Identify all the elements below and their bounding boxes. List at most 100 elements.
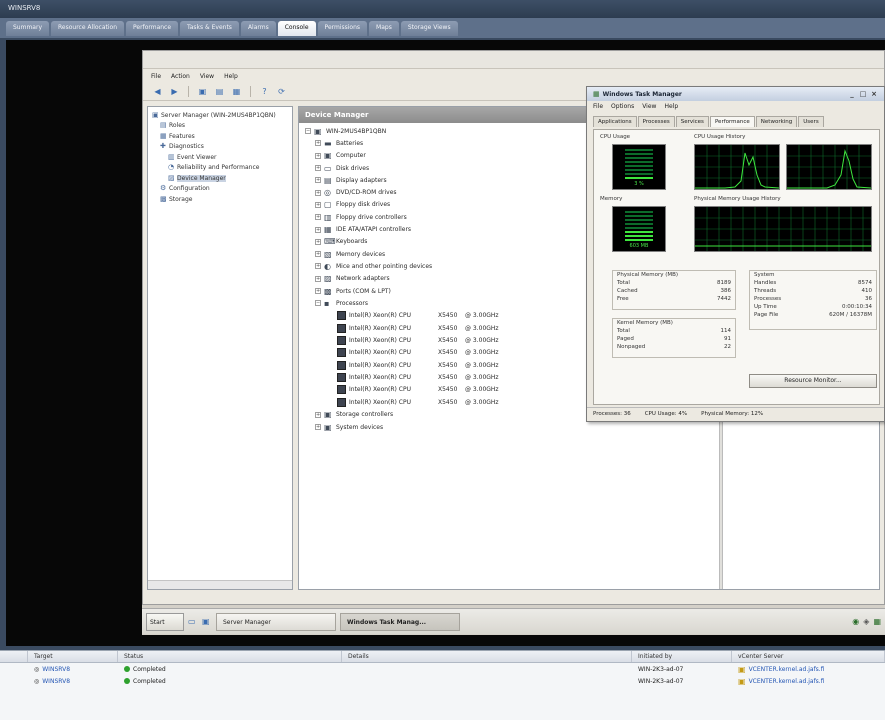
status-physical-memory: Physical Memory: 12%	[701, 411, 764, 417]
device-category[interactable]: + ▣ System devices	[305, 421, 715, 433]
tm-menu-file[interactable]: File	[593, 103, 603, 111]
expand-icon[interactable]: +	[315, 177, 321, 184]
menu-view[interactable]: View	[200, 73, 214, 80]
resource-monitor-button[interactable]: Resource Monitor...	[749, 374, 877, 388]
vi-tab-summary[interactable]: Summary	[6, 21, 49, 36]
help-icon[interactable]: ?	[258, 86, 271, 97]
nav-tree-horizontal-scrollbar[interactable]	[148, 580, 292, 589]
close-icon[interactable]: ×	[870, 90, 878, 98]
start-button[interactable]: Start	[146, 612, 184, 631]
table-row[interactable]: ◎ WINSRV8 Completed WIN-2K3-ad-07 ▣ VCENTER.k…	[0, 675, 885, 687]
device-category-label: Memory devices	[336, 250, 386, 258]
table-row[interactable]: ◎ WINSRV8 Completed WIN-2K3-ad-07 ▣ VCENTER.k…	[0, 663, 885, 675]
vi-tab-resource-allocation[interactable]: Resource Allocation	[51, 21, 125, 36]
expand-icon[interactable]: +	[315, 140, 321, 147]
nav-item[interactable]: ◔ Reliability and Performance	[150, 163, 290, 174]
tasks-column-header[interactable]: Initiated by	[632, 651, 732, 662]
tm-tab-applications[interactable]: Applications	[593, 116, 637, 127]
show-desktop-icon[interactable]: ▭	[188, 617, 198, 627]
tm-tab-networking[interactable]: Networking	[755, 116, 798, 127]
tasks-column-header[interactable]	[0, 651, 28, 662]
task-initiated-by: WIN-2K3-ad-07	[638, 665, 684, 673]
task-vcenter-link[interactable]: VCENTER.kernel.ad.jafs.fi	[749, 678, 825, 685]
collapse-icon[interactable]: −	[315, 300, 321, 307]
up-folder-icon[interactable]: ▣	[196, 86, 209, 97]
vi-tab-console[interactable]: Console	[277, 21, 316, 36]
task-manager-window[interactable]: ▦ Windows Task Manager _ □ × File Options…	[586, 86, 885, 422]
vi-tab-performance[interactable]: Performance	[126, 21, 179, 36]
expand-icon[interactable]: +	[315, 251, 321, 258]
nav-item[interactable]: ▦ Features	[150, 131, 290, 142]
task-target-link[interactable]: WINSRV8	[42, 678, 70, 685]
task-manager-menubar: File Options View Help	[587, 101, 884, 113]
minimize-icon[interactable]: _	[848, 90, 856, 98]
tasks-column-header[interactable]: Target	[28, 651, 118, 662]
tm-tab-performance[interactable]: Performance	[709, 116, 755, 127]
menu-action[interactable]: Action	[171, 73, 190, 80]
menu-file[interactable]: File	[151, 73, 161, 80]
nav-item[interactable]: ▩ Storage	[150, 194, 290, 205]
expand-icon[interactable]: +	[315, 288, 321, 294]
server-manager-quicklaunch-icon[interactable]: ▣	[202, 617, 212, 627]
nav-item[interactable]: ▨ Device Manager	[150, 173, 290, 184]
network-tray-icon[interactable]: ◉	[852, 617, 859, 626]
maximize-icon[interactable]: □	[859, 90, 867, 98]
collapse-icon[interactable]: −	[305, 128, 311, 135]
cpu-history-graph-2	[786, 144, 872, 190]
back-arrow-icon[interactable]: ◀	[151, 86, 164, 97]
nav-item[interactable]: ✚ Diagnostics	[150, 142, 290, 153]
vi-tab-permissions[interactable]: Permissions	[317, 21, 368, 36]
navigation-tree[interactable]: ▣ Server Manager (WIN-2MUS4BP1QBN) ▤ Roles ▦…	[147, 106, 293, 590]
device-category-icon: ▩	[324, 286, 332, 296]
expand-icon[interactable]: +	[315, 263, 321, 270]
tm-tab-services[interactable]: Services	[675, 116, 709, 127]
taskbar-button-task-manager[interactable]: Windows Task Manag...	[340, 612, 460, 631]
expand-icon[interactable]: +	[315, 189, 321, 196]
physical-memory-value: 386	[720, 288, 732, 294]
memory-label: Memory	[600, 196, 623, 202]
processor-speed: @ 3.00GHz	[465, 374, 499, 382]
scan-hardware-icon[interactable]: ⟳	[275, 86, 288, 97]
expand-icon[interactable]: +	[315, 226, 321, 233]
server-manager-titlebar[interactable]	[143, 51, 884, 69]
vi-tab-storage-views[interactable]: Storage Views	[400, 21, 458, 36]
tm-menu-options[interactable]: Options	[611, 103, 634, 111]
expand-icon[interactable]: +	[315, 424, 321, 431]
nav-item[interactable]: ▣ Server Manager (WIN-2MUS4BP1QBN)	[150, 110, 290, 121]
taskbar-button-server-manager[interactable]: Server Manager	[216, 612, 336, 631]
expand-icon[interactable]: +	[315, 275, 321, 282]
expand-icon[interactable]: +	[315, 201, 321, 208]
volume-tray-icon[interactable]: ◈	[863, 617, 869, 626]
tm-menu-view[interactable]: View	[642, 103, 656, 111]
nav-item[interactable]: ▥ Event Viewer	[150, 152, 290, 163]
tasks-column-header[interactable]: Details	[342, 651, 632, 662]
tasks-column-header[interactable]: Status	[118, 651, 342, 662]
nav-item[interactable]: ▤ Roles	[150, 121, 290, 132]
device-category-label: Floppy drive controllers	[336, 213, 407, 221]
properties-icon[interactable]: ▦	[230, 86, 243, 97]
expand-icon[interactable]: +	[315, 411, 321, 418]
expand-icon[interactable]: +	[315, 214, 321, 221]
forward-arrow-icon[interactable]: ▶	[168, 86, 181, 97]
task-manager-titlebar[interactable]: ▦ Windows Task Manager _ □ ×	[587, 87, 884, 101]
system-label: Page File	[754, 312, 779, 318]
vi-tab-maps[interactable]: Maps	[369, 21, 399, 36]
menu-help[interactable]: Help	[224, 73, 238, 80]
tasks-column-header[interactable]: vCenter Server	[732, 651, 885, 662]
system-value: 410	[861, 288, 873, 294]
vi-tab-tasks-events[interactable]: Tasks & Events	[180, 21, 239, 36]
cpu-meter-segment	[625, 149, 653, 151]
show-hide-tree-icon[interactable]: ▤	[213, 86, 226, 97]
nav-item[interactable]: ⚙ Configuration	[150, 184, 290, 195]
task-manager-tray-icon[interactable]: ▦	[873, 617, 881, 626]
tm-tab-processes[interactable]: Processes	[637, 116, 675, 127]
expand-icon[interactable]: +	[315, 165, 321, 172]
tm-menu-help[interactable]: Help	[664, 103, 678, 111]
expand-icon[interactable]: +	[315, 152, 321, 159]
tm-tab-users[interactable]: Users	[798, 116, 824, 127]
vi-tab-alarms[interactable]: Alarms	[240, 21, 276, 36]
task-target-link[interactable]: WINSRV8	[42, 666, 70, 673]
expand-icon[interactable]: +	[315, 238, 321, 245]
physical-memory-row: Free 7442	[613, 296, 735, 304]
task-vcenter-link[interactable]: VCENTER.kernel.ad.jafs.fi	[749, 666, 825, 673]
